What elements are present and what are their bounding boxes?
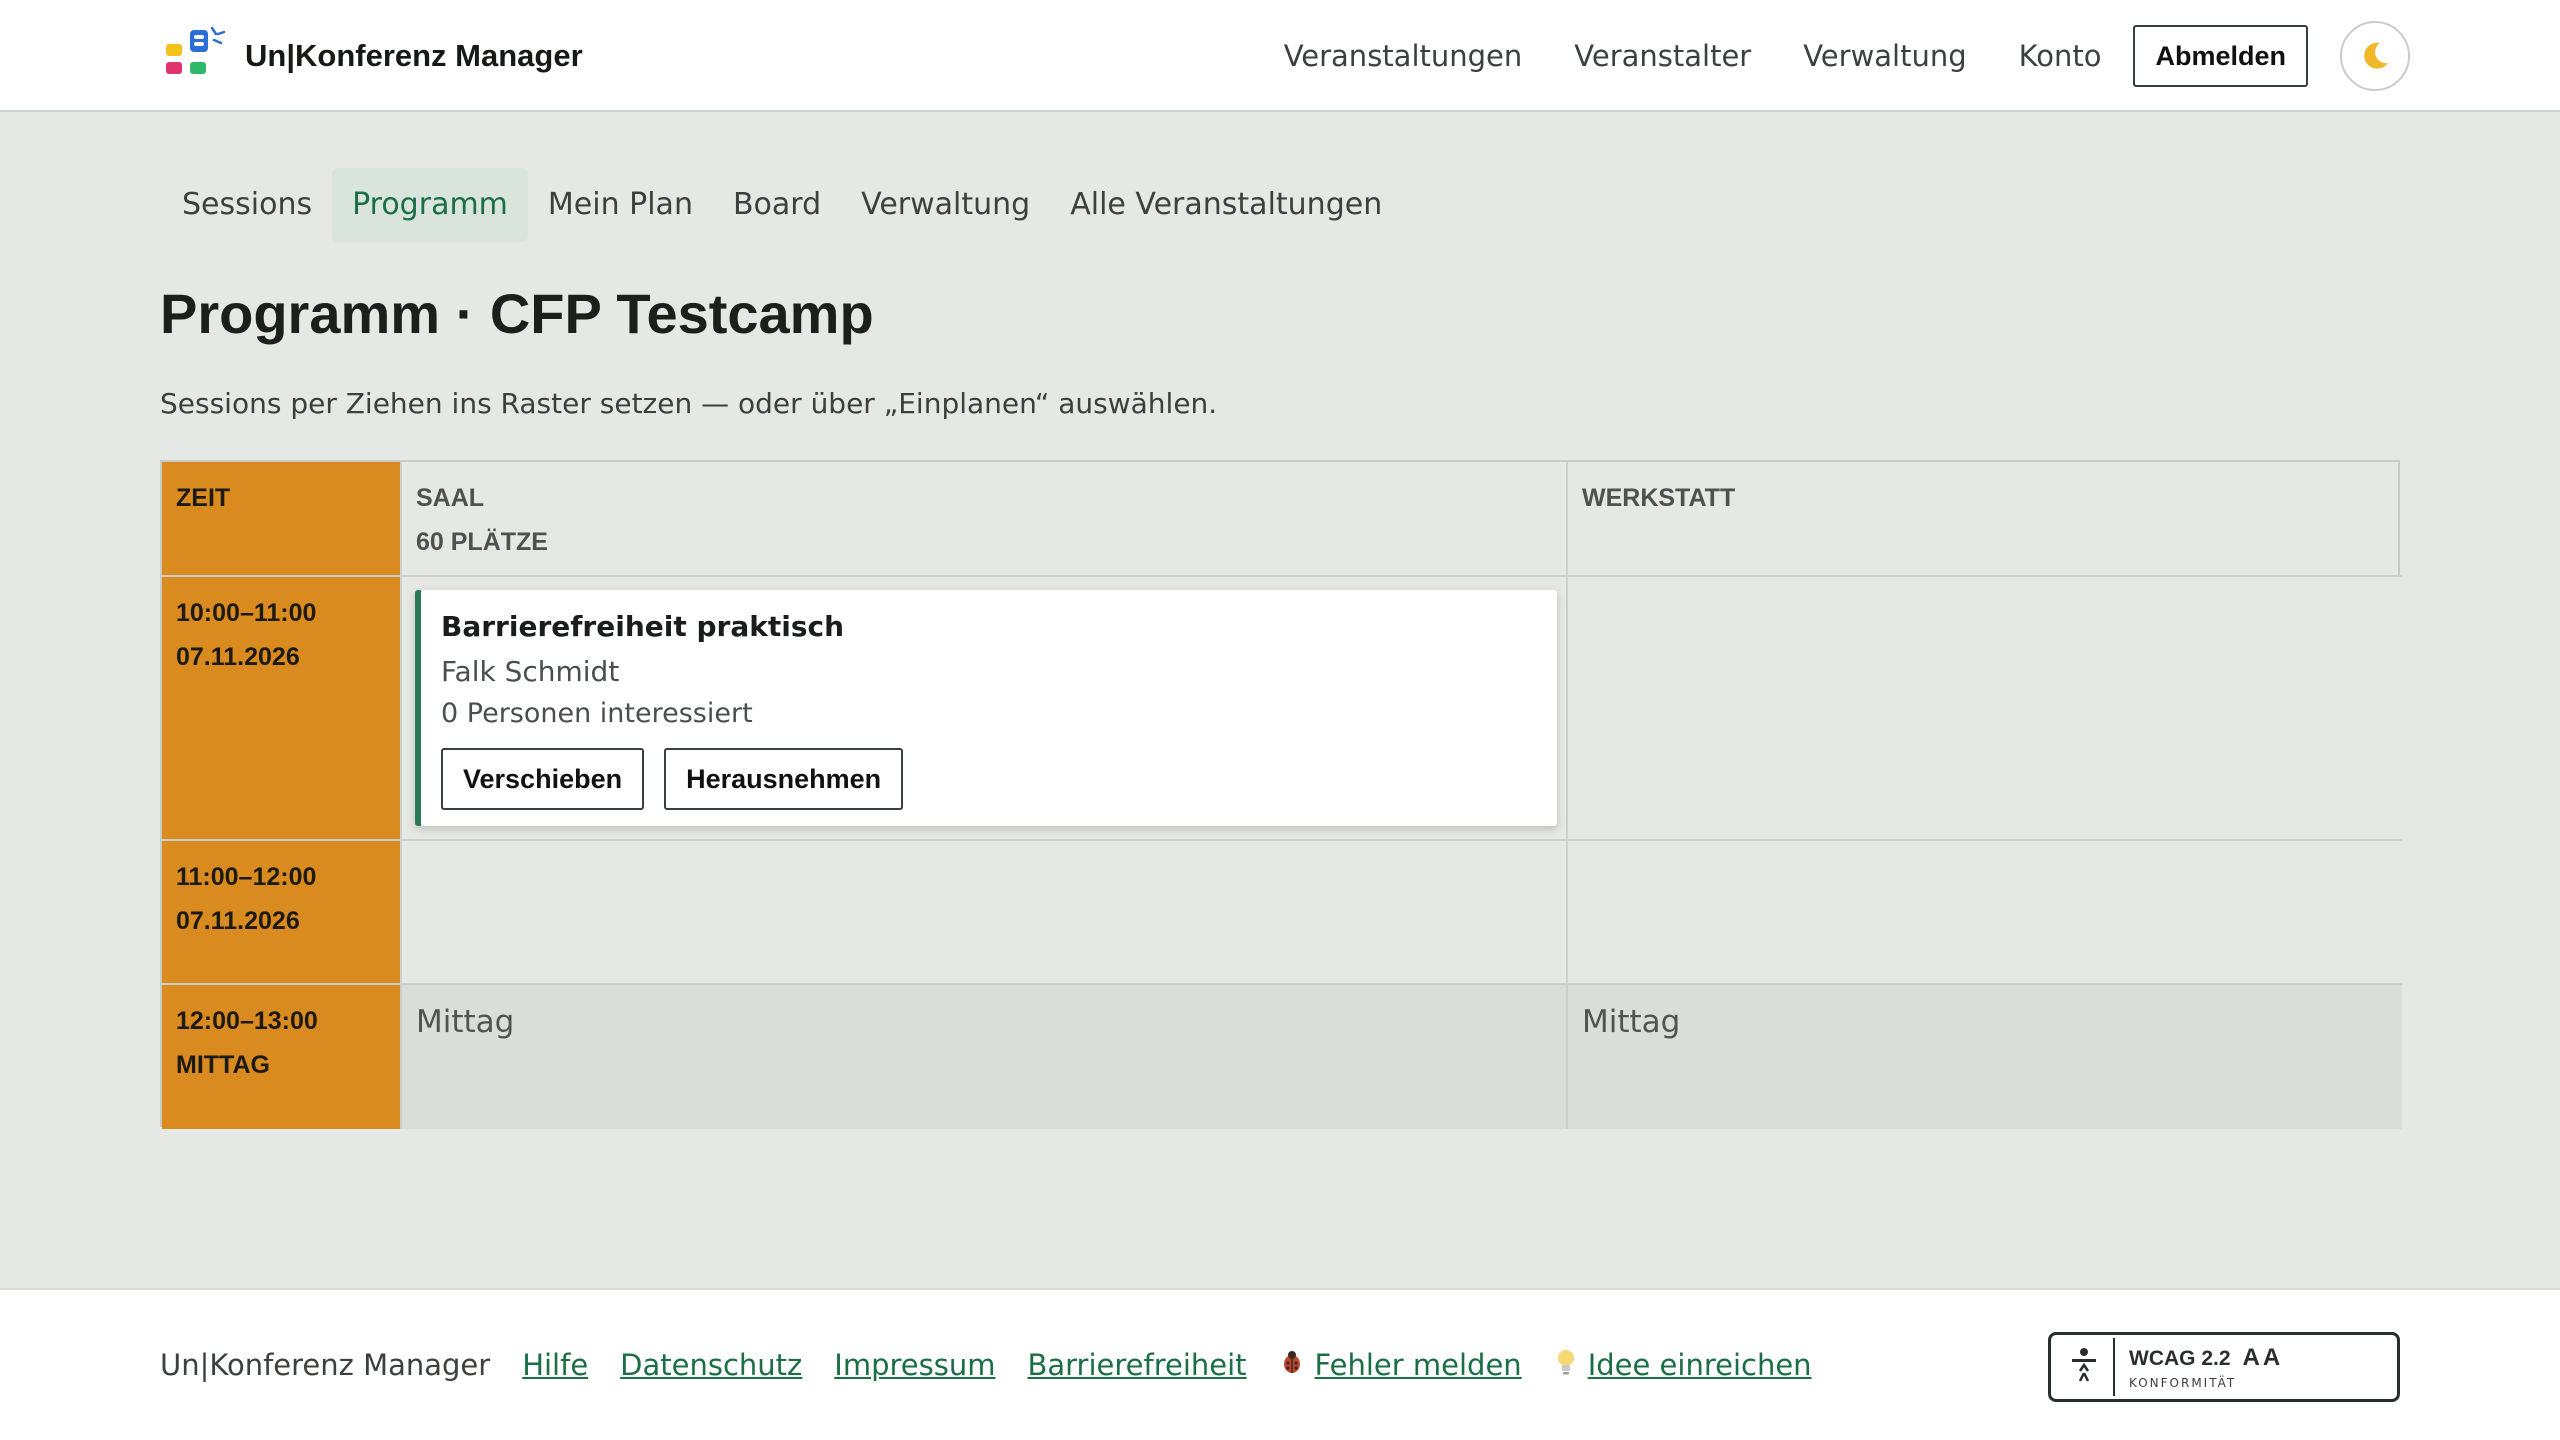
footer-link-datenschutz[interactable]: Datenschutz	[620, 1348, 802, 1382]
slot-dropzone-werkstatt-2[interactable]	[1568, 841, 2402, 985]
bug-icon	[1279, 1348, 1305, 1382]
time-header-label: ZEIT	[176, 484, 231, 512]
footer-link-barrierefreiheit[interactable]: Barrierefreiheit	[1027, 1348, 1246, 1382]
tab-verwaltung[interactable]: Verwaltung	[841, 168, 1050, 242]
slot-dropzone-saal-2[interactable]	[402, 841, 1568, 985]
accessibility-icon	[2055, 1338, 2115, 1396]
slot-time: 11:00–12:00	[176, 863, 317, 891]
footer-links: Un|Konferenz Manager Hilfe Datenschutz I…	[160, 1340, 1844, 1390]
slot-time: 12:00–13:00	[176, 1007, 318, 1035]
nav-verwaltung[interactable]: Verwaltung	[1803, 39, 1966, 73]
wcag-badge-text: WCAG 2.2 AA KONFORMITÄT	[2115, 1344, 2283, 1390]
app-logo-icon[interactable]	[162, 24, 228, 90]
session-actions: Verschieben Herausnehmen	[441, 748, 1537, 810]
wcag-badge-title: WCAG 2.2	[2129, 1347, 2231, 1370]
footer-link-hilfe[interactable]: Hilfe	[522, 1348, 588, 1382]
session-interest: 0 Personen interessiert	[441, 698, 753, 729]
slot-date: 07.11.2026	[176, 907, 300, 935]
idea-link-label: Idee einreichen	[1587, 1348, 1812, 1382]
session-title: Barrierefreiheit praktisch	[441, 610, 845, 643]
logout-button[interactable]: Abmelden	[2133, 25, 2308, 87]
nav-veranstalter[interactable]: Veranstalter	[1574, 39, 1751, 73]
theme-toggle-button[interactable]	[2340, 21, 2410, 91]
app-header: Un|Konferenz Manager Veranstaltungen Ver…	[0, 0, 2560, 112]
lunch-slot-werkstatt: Mittag	[1568, 985, 2402, 1129]
nav-veranstaltungen[interactable]: Veranstaltungen	[1284, 39, 1523, 73]
remove-session-button[interactable]: Herausnehmen	[664, 748, 904, 810]
footer-brand: Un|Konferenz Manager	[160, 1348, 491, 1382]
top-navigation: Veranstaltungen Veranstalter Verwaltung …	[1232, 21, 2410, 91]
lunch-label: Mittag	[1582, 1004, 1681, 1040]
session-speaker: Falk Schmidt	[441, 655, 620, 688]
app-footer: Un|Konferenz Manager Hilfe Datenschutz I…	[0, 1288, 2560, 1440]
wcag-badge[interactable]: WCAG 2.2 AA KONFORMITÄT	[2048, 1332, 2400, 1402]
slot-date: 07.11.2026	[176, 643, 300, 671]
page-hint: Sessions per Ziehen ins Raster setzen — …	[160, 387, 1218, 420]
schedule-grid: ZEIT SAAL 60 PLÄTZE WERKSTATT 10:00–11:0…	[160, 460, 2402, 1129]
lightbulb-icon	[1554, 1348, 1578, 1383]
bug-link-label: Fehler melden	[1314, 1348, 1522, 1382]
page-title: Programm · CFP Testcamp	[160, 282, 874, 345]
footer-link-idee-einreichen[interactable]: Idee einreichen	[1554, 1348, 1812, 1383]
time-slot-1: 10:00–11:00 07.11.2026	[162, 577, 402, 841]
session-card[interactable]: Barrierefreiheit praktisch Falk Schmidt …	[415, 590, 1557, 826]
wcag-badge-level: AA	[2242, 1344, 2284, 1371]
time-column-header: ZEIT	[162, 462, 402, 577]
room-name: SAAL	[416, 484, 485, 512]
tab-sessions[interactable]: Sessions	[162, 168, 332, 242]
footer-link-impressum[interactable]: Impressum	[834, 1348, 995, 1382]
slot-dropzone-saal-1[interactable]: Barrierefreiheit praktisch Falk Schmidt …	[402, 577, 1568, 841]
nav-konto[interactable]: Konto	[2019, 39, 2102, 73]
slot-dropzone-werkstatt-1[interactable]	[1568, 577, 2402, 841]
app-brand[interactable]: Un|Konferenz Manager	[245, 34, 583, 78]
footer-link-fehler-melden[interactable]: Fehler melden	[1279, 1348, 1522, 1382]
event-subnav: Sessions Programm Mein Plan Board Verwal…	[162, 168, 1402, 242]
move-session-button[interactable]: Verschieben	[441, 748, 645, 810]
wcag-badge-subtitle: KONFORMITÄT	[2129, 1376, 2237, 1390]
lunch-slot-saal: Mittag	[402, 985, 1568, 1129]
time-slot-3: 12:00–13:00 MITTAG	[162, 985, 402, 1129]
time-slot-2: 11:00–12:00 07.11.2026	[162, 841, 402, 985]
room-header-saal: SAAL 60 PLÄTZE	[402, 462, 1568, 577]
room-capacity: 60 PLÄTZE	[416, 528, 548, 556]
tab-programm[interactable]: Programm	[332, 168, 528, 242]
lunch-label: Mittag	[416, 1004, 515, 1040]
tab-mein-plan[interactable]: Mein Plan	[528, 168, 713, 242]
tab-board[interactable]: Board	[713, 168, 841, 242]
room-name: WERKSTATT	[1582, 484, 1736, 512]
slot-date: MITTAG	[176, 1051, 270, 1079]
tab-alle-veranstaltungen[interactable]: Alle Veranstaltungen	[1050, 168, 1402, 242]
moon-icon	[2364, 42, 2388, 69]
room-header-werkstatt: WERKSTATT	[1568, 462, 2402, 577]
slot-time: 10:00–11:00	[176, 599, 317, 627]
